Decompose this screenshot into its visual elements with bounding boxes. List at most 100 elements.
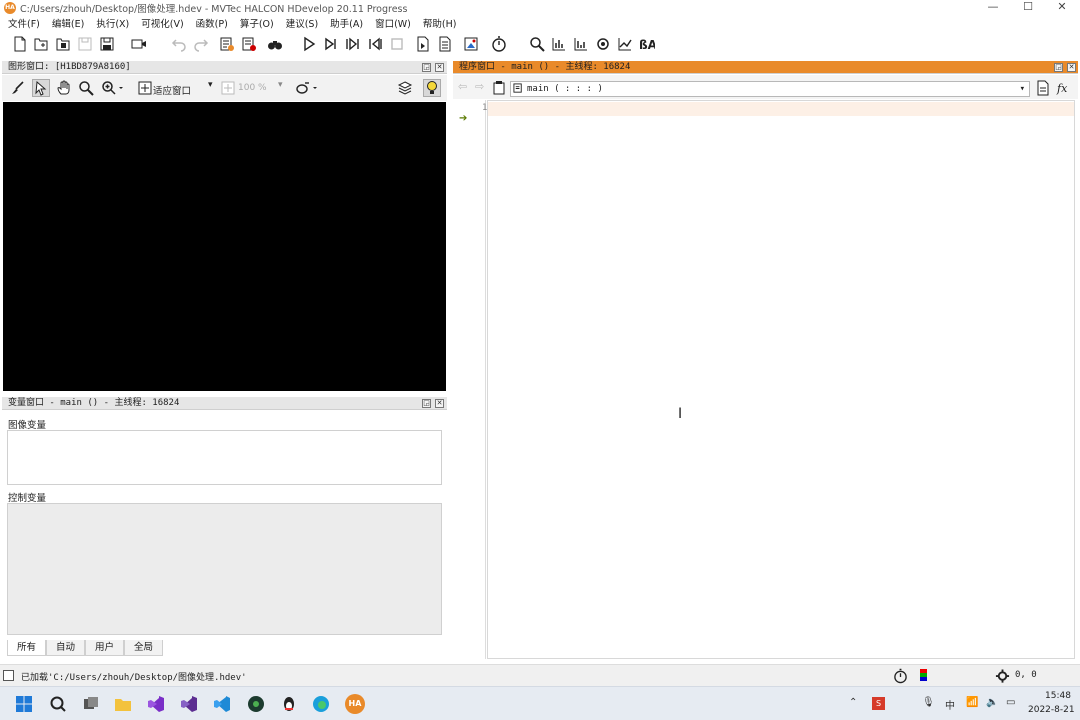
menu-file[interactable]: 文件(F) <box>8 16 40 30</box>
tray-chevron-icon[interactable]: ⌃ <box>849 697 857 708</box>
vs-code-icon[interactable] <box>213 695 231 713</box>
clipboard-icon[interactable] <box>491 80 507 96</box>
windows-start-icon[interactable] <box>15 695 33 713</box>
redo-icon[interactable] <box>192 35 210 53</box>
ocr-font-icon[interactable]: ßA <box>638 35 656 53</box>
minimize-button[interactable]: — <box>977 0 1009 15</box>
program-listing-icon[interactable] <box>436 35 454 53</box>
feature-histogram-icon[interactable] <box>572 35 590 53</box>
float-window-icon[interactable]: ◲ <box>422 399 431 408</box>
program-window: 程序窗口 - main () - 主线程: 16824 ◲ ✕ ⇦ ⇨ main… <box>453 61 1078 660</box>
close-panel-icon[interactable]: ✕ <box>435 63 444 72</box>
draw-shape-dropdown-icon[interactable] <box>293 79 321 97</box>
visual-studio-icon[interactable] <box>180 695 198 713</box>
step-over-icon[interactable] <box>344 35 362 53</box>
ime-indicator[interactable]: 中 <box>945 697 955 712</box>
tab-all[interactable]: 所有 <box>7 640 47 656</box>
new-file-icon[interactable] <box>11 35 29 53</box>
volume-icon[interactable]: 🔈 <box>986 697 998 708</box>
line-profile-icon[interactable] <box>616 35 634 53</box>
procedure-dropdown-arrow-icon[interactable]: ▾ <box>1020 82 1025 96</box>
open-file-icon[interactable] <box>32 35 50 53</box>
clock-time[interactable]: 15:48 <box>1045 691 1071 701</box>
find-binoculars-icon[interactable] <box>266 35 284 53</box>
battery-icon[interactable]: ▭ <box>1006 697 1015 708</box>
control-variables-area[interactable] <box>7 503 442 635</box>
feature-inspection-icon[interactable] <box>594 35 612 53</box>
clear-window-brush-icon[interactable] <box>8 79 26 97</box>
task-view-icon[interactable] <box>82 695 100 713</box>
qq-penguin-icon[interactable] <box>280 695 298 713</box>
float-window-icon[interactable]: ◲ <box>1054 63 1063 72</box>
menu-procedures[interactable]: 函数(P) <box>196 16 228 30</box>
menu-visualize[interactable]: 可视化(V) <box>141 16 183 30</box>
undo-icon[interactable] <box>170 35 188 53</box>
image-acquisition-icon[interactable] <box>462 35 480 53</box>
window-title: C:/Users/zhouh/Desktop/图像处理.hdev - MVTec… <box>20 3 408 15</box>
clock-date[interactable]: 2022-8-21 <box>1028 705 1075 715</box>
tray-app-icon[interactable]: S <box>872 697 885 710</box>
program-editor[interactable]: 1 I <box>482 100 1075 659</box>
iconic-variables-label: 图像变量 <box>8 420 47 431</box>
zoom-window-icon[interactable] <box>528 35 546 53</box>
halcon-taskbar-icon[interactable]: HA <box>345 694 365 714</box>
run-until-icon[interactable] <box>322 35 340 53</box>
visual-studio-preview-icon[interactable] <box>147 695 165 713</box>
run-icon[interactable] <box>300 35 318 53</box>
maximize-button[interactable]: ☐ <box>1012 0 1044 15</box>
close-panel-icon[interactable]: ✕ <box>1067 63 1076 72</box>
microphone-icon[interactable]: 🎙 <box>922 697 935 708</box>
tab-user[interactable]: 用户 <box>85 640 125 656</box>
edge-browser-icon[interactable] <box>312 695 330 713</box>
zoom-dropdown-arrow-icon[interactable]: ▾ <box>278 80 283 90</box>
menu-help[interactable]: 帮助(H) <box>423 16 457 30</box>
back-arrow-icon[interactable]: ⇦ <box>458 80 467 93</box>
float-window-icon[interactable]: ◲ <box>422 63 431 72</box>
save-disabled-icon[interactable] <box>76 35 94 53</box>
menu-window[interactable]: 窗口(W) <box>375 16 411 30</box>
close-panel-icon[interactable]: ✕ <box>435 399 444 408</box>
open-example-icon[interactable] <box>54 35 72 53</box>
save-all-icon[interactable] <box>98 35 116 53</box>
zoom-tool-icon[interactable] <box>77 79 95 97</box>
fit-window-icon[interactable] <box>136 79 154 97</box>
menu-bar: 文件(F) 编辑(E) 执行(X) 可视化(V) 函数(P) 算子(O) 建议(… <box>0 15 1080 31</box>
pointer-select-icon[interactable] <box>32 79 50 97</box>
zoom-factor-value: 100 % <box>238 83 267 93</box>
reset-program-icon[interactable] <box>414 35 432 53</box>
procedure-select[interactable]: main ( : : : ) ▾ <box>510 81 1030 97</box>
operator-window-icon[interactable] <box>240 35 258 53</box>
procedure-edit-icon[interactable] <box>1035 80 1051 96</box>
image-display-canvas[interactable] <box>3 102 446 391</box>
search-icon[interactable] <box>49 695 67 713</box>
tab-global[interactable]: 全局 <box>124 640 164 656</box>
fit-dropdown-arrow-icon[interactable]: ▾ <box>208 80 213 90</box>
tab-auto[interactable]: 自动 <box>46 640 86 656</box>
lightbulb-icon[interactable] <box>423 79 441 97</box>
menu-operators[interactable]: 算子(O) <box>240 16 274 30</box>
timer-icon[interactable] <box>893 668 908 683</box>
function-icon[interactable]: fx <box>1056 80 1072 96</box>
forward-arrow-icon[interactable]: ⇨ <box>475 80 484 93</box>
menu-suggestions[interactable]: 建议(S) <box>286 16 318 30</box>
properties-icon[interactable] <box>218 35 236 53</box>
gray-histogram-icon[interactable] <box>550 35 568 53</box>
menu-assistants[interactable]: 助手(A) <box>330 16 363 30</box>
close-button[interactable]: ✕ <box>1046 0 1078 15</box>
file-explorer-icon[interactable] <box>114 695 132 713</box>
pan-hand-icon[interactable] <box>55 79 73 97</box>
profiler-timer-icon[interactable] <box>490 35 508 53</box>
menu-edit[interactable]: 编辑(E) <box>52 16 84 30</box>
wifi-icon[interactable]: 📶 <box>966 697 978 708</box>
fit-window-label[interactable]: 适应窗口 <box>153 83 191 97</box>
app-circle-icon[interactable] <box>247 695 265 713</box>
zoom-in-dropdown-icon[interactable] <box>99 79 127 97</box>
step-into-icon[interactable] <box>366 35 384 53</box>
layers-icon[interactable] <box>396 79 414 97</box>
status-bar: 已加载'C:/Users/zhouh/Desktop/图像处理.hdev' 0,… <box>0 664 1080 686</box>
menu-execute[interactable]: 执行(X) <box>96 16 129 30</box>
record-camera-icon[interactable] <box>130 35 148 53</box>
procedure-name: main ( : : : ) <box>527 84 603 94</box>
iconic-variables-area[interactable] <box>7 430 442 485</box>
stop-icon[interactable] <box>388 35 406 53</box>
